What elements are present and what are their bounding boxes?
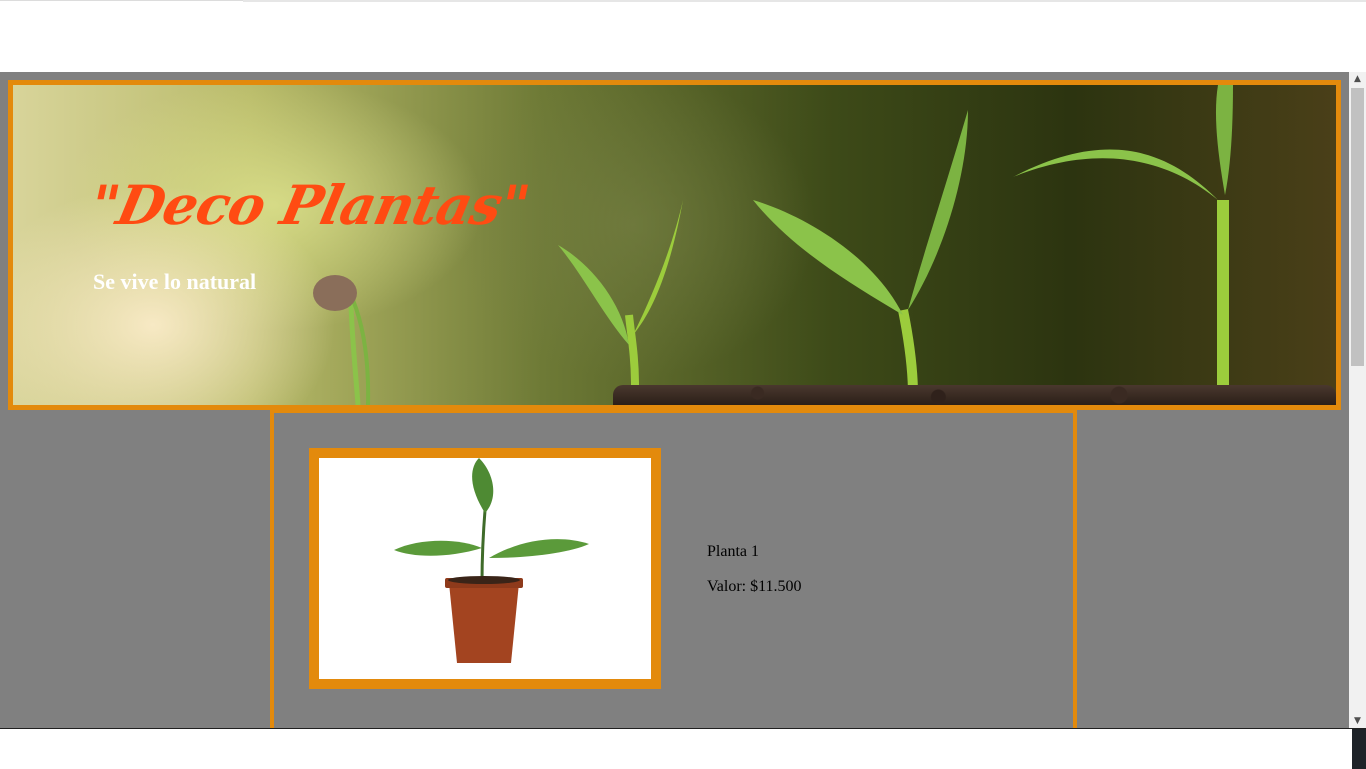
product-info: Planta 1 Valor: $11.500 [707,543,802,613]
soil-strip [613,385,1336,405]
page-viewport: "Deco Plantas" Se vive lo natural Planta… [0,72,1349,728]
potted-plant-image [394,458,589,663]
product-name: Planta 1 [707,543,759,560]
top-edge-line-2 [243,0,1366,2]
bottom-bar [0,728,1366,769]
product-image[interactable] [309,448,661,689]
browser-top-area [0,0,1366,72]
scrollbar-thumb[interactable] [1351,88,1364,366]
product-card: Planta 1 Valor: $11.500 [270,409,1077,728]
hero-banner: "Deco Plantas" Se vive lo natural [8,80,1341,410]
taskbar-edge [1352,729,1366,769]
vertical-scrollbar[interactable]: ▲ ▼ [1349,72,1366,728]
scroll-down-icon[interactable]: ▼ [1349,714,1366,728]
brand-logo-text: "Deco Plantas" [84,173,535,237]
scroll-up-icon[interactable]: ▲ [1349,72,1366,86]
seedlings-illustration [313,85,1233,405]
product-price: Valor: $11.500 [707,578,802,595]
tagline: Se vive lo natural [93,269,257,294]
